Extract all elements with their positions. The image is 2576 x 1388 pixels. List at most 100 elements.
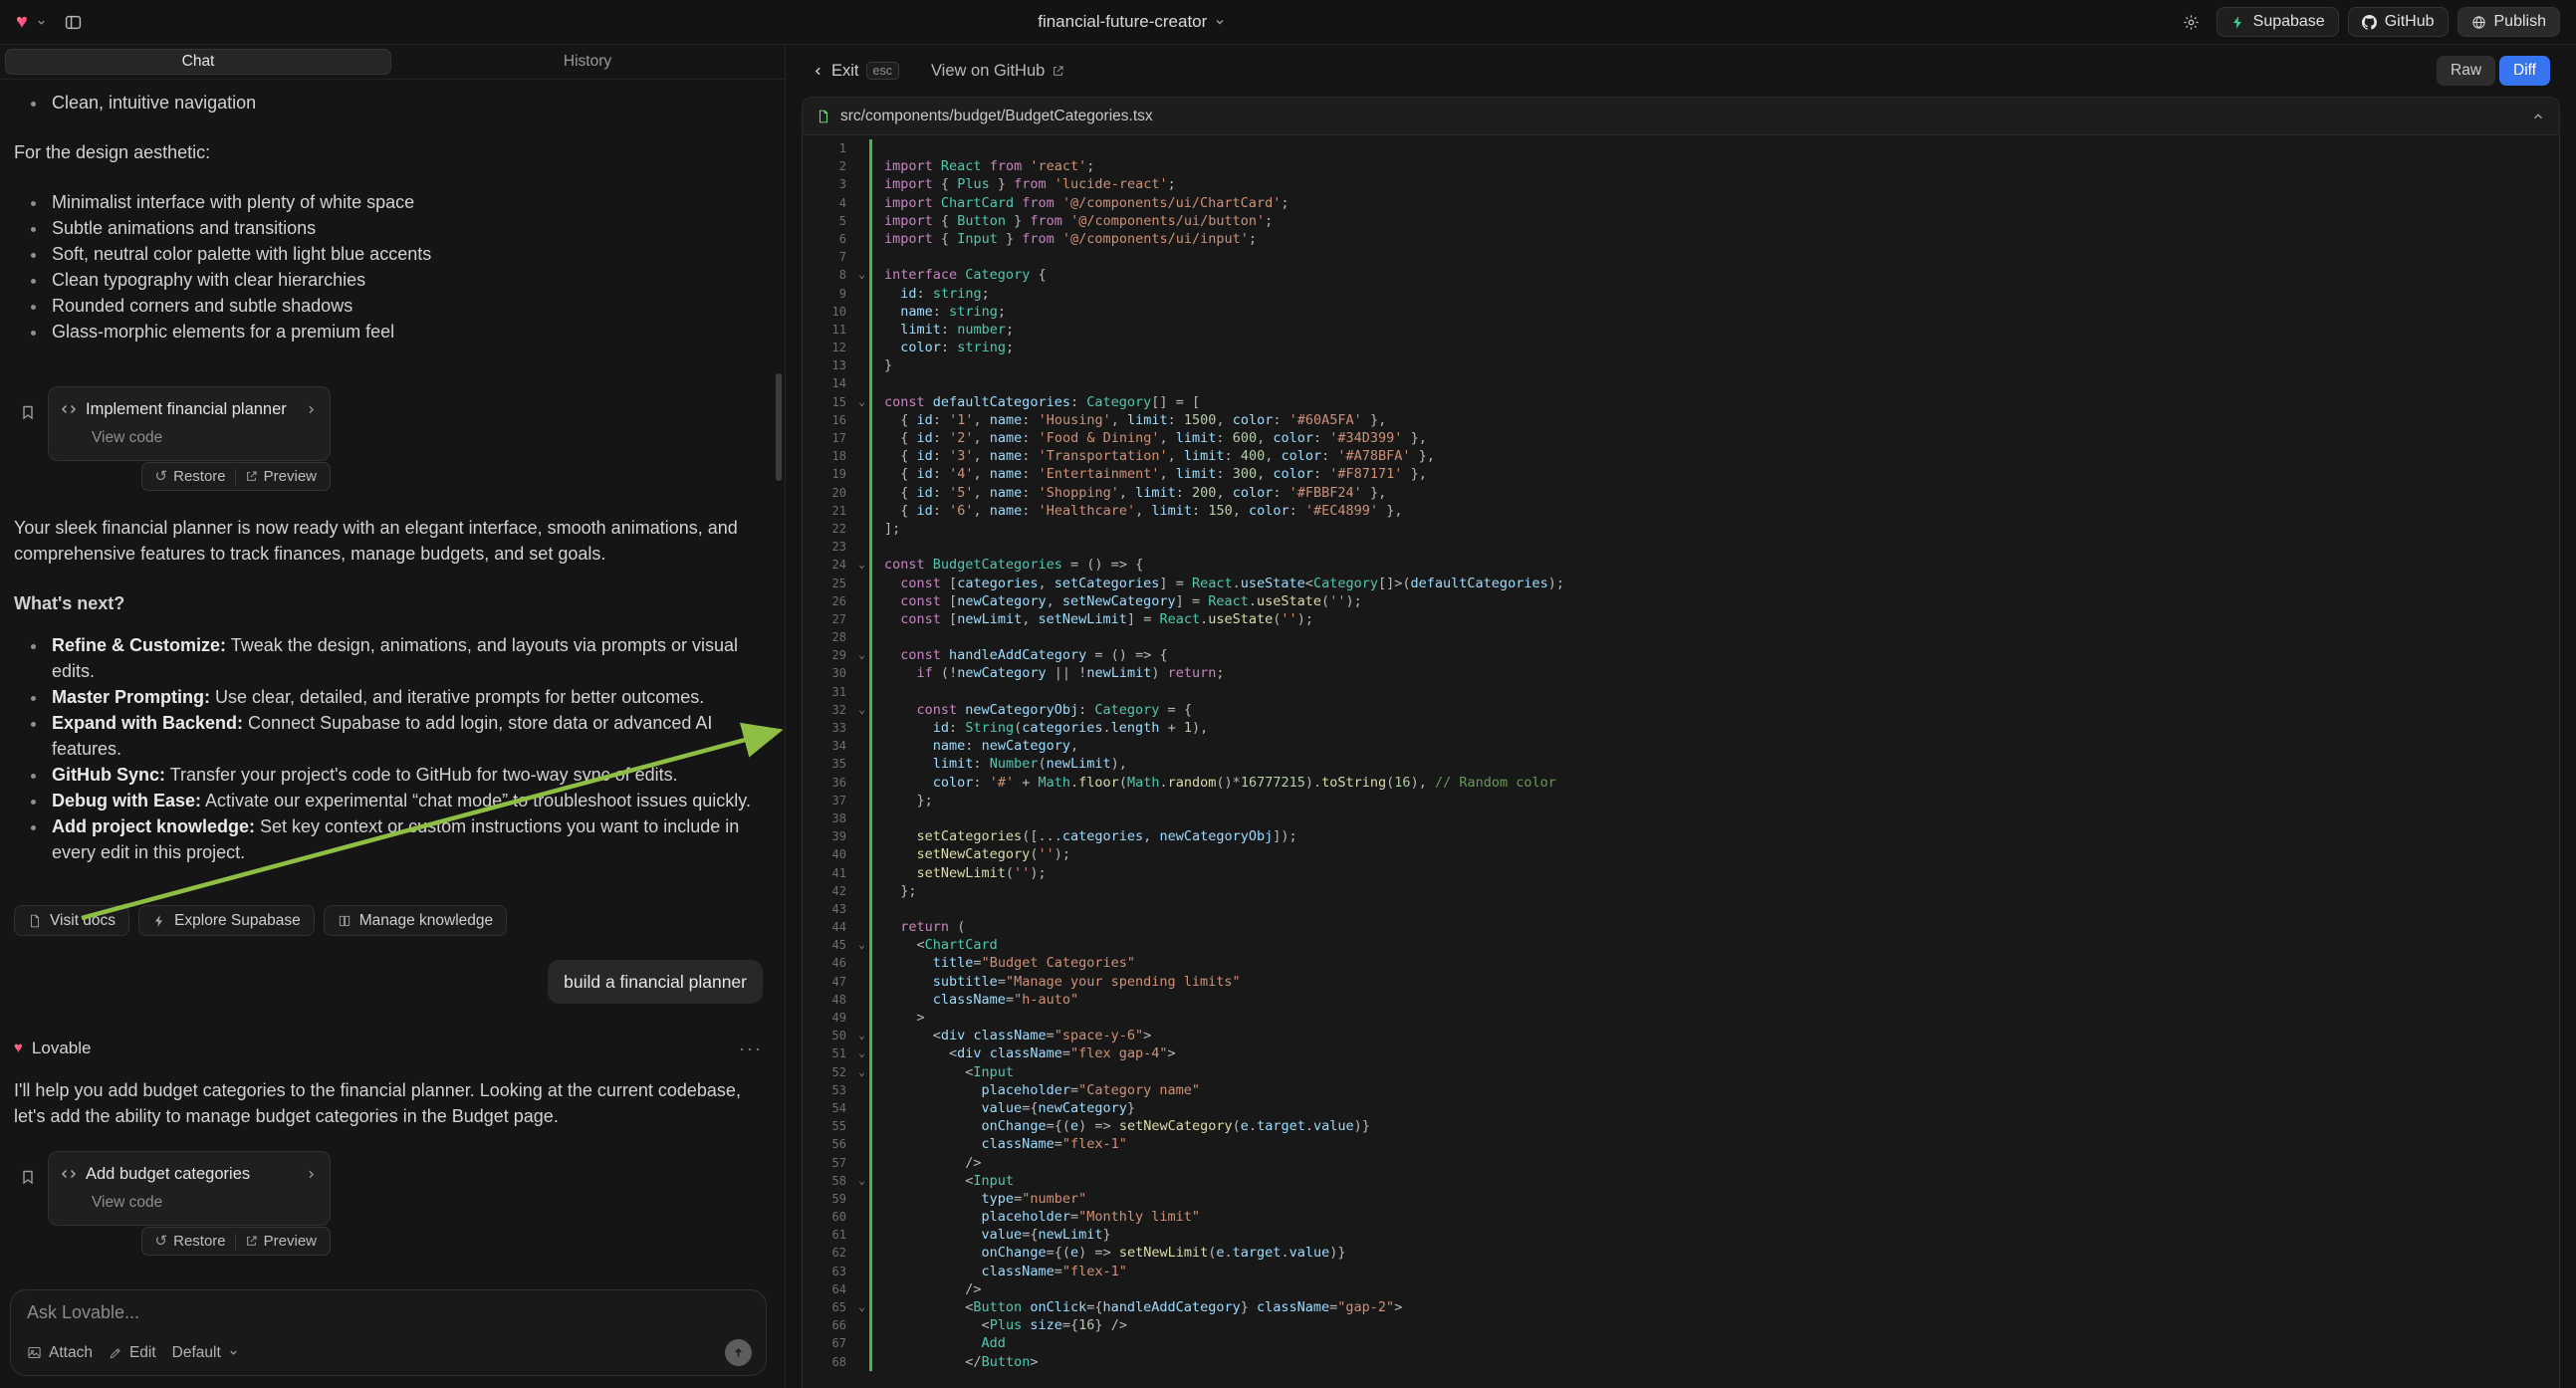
code-text: import { Button } from '@/components/ui/… — [872, 212, 1273, 230]
project-menu[interactable]: financial-future-creator — [1038, 12, 1226, 32]
code-text: subtitle="Manage your spending limits" — [872, 973, 1241, 991]
more-options-button[interactable]: ··· — [739, 1036, 763, 1061]
composer-box: Attach Edit Default — [10, 1289, 767, 1376]
fold-spacer — [854, 411, 869, 429]
chat-scrollbar-thumb[interactable] — [776, 373, 782, 481]
fold-chevron-icon[interactable]: ⌄ — [854, 556, 869, 574]
topbar-left: ♥ — [16, 12, 82, 32]
restore-button[interactable]: ↺ Restore — [146, 466, 235, 487]
code-line: 13} — [803, 356, 2559, 374]
bookmark-icon[interactable] — [20, 404, 36, 420]
tab-history[interactable]: History — [395, 49, 780, 75]
fold-spacer — [854, 157, 869, 175]
chat-message-list[interactable]: Clean, intuitive navigation For the desi… — [0, 80, 785, 1281]
line-number: 31 — [803, 683, 854, 701]
fold-chevron-icon[interactable]: ⌄ — [854, 1298, 869, 1316]
line-number: 29 — [803, 646, 854, 664]
line-number: 16 — [803, 411, 854, 429]
fold-chevron-icon[interactable]: ⌄ — [854, 1027, 869, 1044]
fold-spacer — [854, 864, 869, 882]
exit-button[interactable]: Exit esc — [812, 62, 899, 81]
fold-spacer — [854, 1135, 869, 1153]
supabase-button[interactable]: Supabase — [2217, 7, 2339, 37]
attach-button[interactable]: Attach — [27, 1344, 93, 1362]
code-line: 28 — [803, 628, 2559, 646]
line-number: 12 — [803, 339, 854, 356]
design-intro-text: For the design aesthetic: — [14, 139, 763, 165]
fold-spacer — [854, 810, 869, 827]
sidebar-toggle-icon[interactable] — [65, 14, 82, 31]
settings-gear-icon[interactable] — [2183, 14, 2200, 31]
raw-view-button[interactable]: Raw — [2437, 56, 2495, 86]
code-text: { id: '6', name: 'Healthcare', limit: 15… — [872, 502, 1402, 520]
assistant-message-header: ♥ Lovable ··· — [14, 1036, 763, 1061]
code-line: 25 const [categories, setCategories] = R… — [803, 575, 2559, 592]
code-edit-card[interactable]: Add budget categories View code — [48, 1151, 331, 1226]
fold-spacer — [854, 1009, 869, 1027]
code-text: <ChartCard — [872, 936, 998, 954]
fold-chevron-icon[interactable]: ⌄ — [854, 1172, 869, 1190]
code-line: 33 id: String(categories.length + 1), — [803, 719, 2559, 737]
line-number: 22 — [803, 520, 854, 538]
lovable-logo-icon[interactable]: ♥ — [16, 12, 28, 32]
item-bold-label: Expand with Backend: — [52, 713, 243, 733]
view-on-github-link[interactable]: View on GitHub — [931, 62, 1064, 81]
code-edit-card[interactable]: Implement financial planner View code — [48, 386, 331, 461]
manage-knowledge-button[interactable]: Manage knowledge — [324, 905, 507, 936]
fold-chevron-icon[interactable]: ⌄ — [854, 266, 869, 284]
fold-chevron-icon[interactable]: ⌄ — [854, 936, 869, 954]
fold-chevron-icon[interactable]: ⌄ — [854, 1044, 869, 1062]
assistant-paragraph: Your sleek financial planner is now read… — [14, 515, 763, 567]
chevron-up-icon[interactable] — [2531, 110, 2545, 123]
fold-chevron-icon[interactable]: ⌄ — [854, 1063, 869, 1081]
line-number: 30 — [803, 664, 854, 682]
view-code-link[interactable]: View code — [92, 1190, 318, 1216]
code-lines[interactable]: 12import React from 'react';3import { Pl… — [803, 135, 2559, 1388]
fold-chevron-icon[interactable]: ⌄ — [854, 646, 869, 664]
code-line: 62 onChange={(e) => setNewLimit(e.target… — [803, 1244, 2559, 1262]
explore-supabase-button[interactable]: Explore Supabase — [138, 905, 315, 936]
line-number: 48 — [803, 991, 854, 1009]
restore-button[interactable]: ↺ Restore — [146, 1231, 235, 1252]
fold-chevron-icon[interactable]: ⌄ — [854, 393, 869, 411]
topbar-right: Supabase GitHub Publish — [2183, 7, 2560, 37]
fold-spacer — [854, 374, 869, 392]
chevron-down-icon — [228, 1347, 239, 1358]
model-selector[interactable]: Default — [172, 1344, 239, 1362]
workspace-chevron-down-icon[interactable] — [36, 17, 47, 28]
edit-mode-button[interactable]: Edit — [109, 1344, 156, 1362]
quick-actions-row: Visit docs Explore Supabase Manage knowl… — [14, 905, 763, 936]
line-number: 55 — [803, 1117, 854, 1135]
arrow-up-icon — [732, 1346, 745, 1359]
fold-spacer — [854, 664, 869, 682]
code-line: 35 limit: Number(newLimit), — [803, 755, 2559, 773]
code-text — [872, 374, 884, 392]
line-number: 66 — [803, 1316, 854, 1334]
fold-chevron-icon[interactable]: ⌄ — [854, 701, 869, 719]
code-text — [872, 248, 884, 266]
line-number: 25 — [803, 575, 854, 592]
code-line: 59 type="number" — [803, 1190, 2559, 1208]
preview-button[interactable]: Preview — [236, 466, 326, 487]
code-line: 63 className="flex-1" — [803, 1263, 2559, 1280]
list-item: Debug with Ease: Activate our experiment… — [48, 788, 763, 813]
code-line: 43 — [803, 900, 2559, 918]
visit-docs-button[interactable]: Visit docs — [14, 905, 129, 936]
publish-button[interactable]: Publish — [2458, 7, 2560, 37]
diff-view-button[interactable]: Diff — [2499, 56, 2550, 86]
code-text: placeholder="Category name" — [872, 1081, 1200, 1099]
line-number: 33 — [803, 719, 854, 737]
view-code-link[interactable]: View code — [92, 425, 318, 451]
file-header[interactable]: src/components/budget/BudgetCategories.t… — [803, 98, 2559, 135]
topbar: ♥ financial-future-creator Supabase GitH… — [0, 0, 2576, 45]
chat-input[interactable] — [27, 1302, 752, 1323]
code-text: id: String(categories.length + 1), — [872, 719, 1208, 737]
view-on-github-label: View on GitHub — [931, 62, 1045, 81]
bookmark-icon[interactable] — [20, 1169, 36, 1185]
tab-chat[interactable]: Chat — [5, 49, 391, 75]
github-button[interactable]: GitHub — [2348, 7, 2449, 37]
list-item: Glass-morphic elements for a premium fee… — [48, 319, 763, 345]
send-button[interactable] — [725, 1339, 752, 1366]
preview-button[interactable]: Preview — [236, 1231, 326, 1252]
fold-spacer — [854, 991, 869, 1009]
